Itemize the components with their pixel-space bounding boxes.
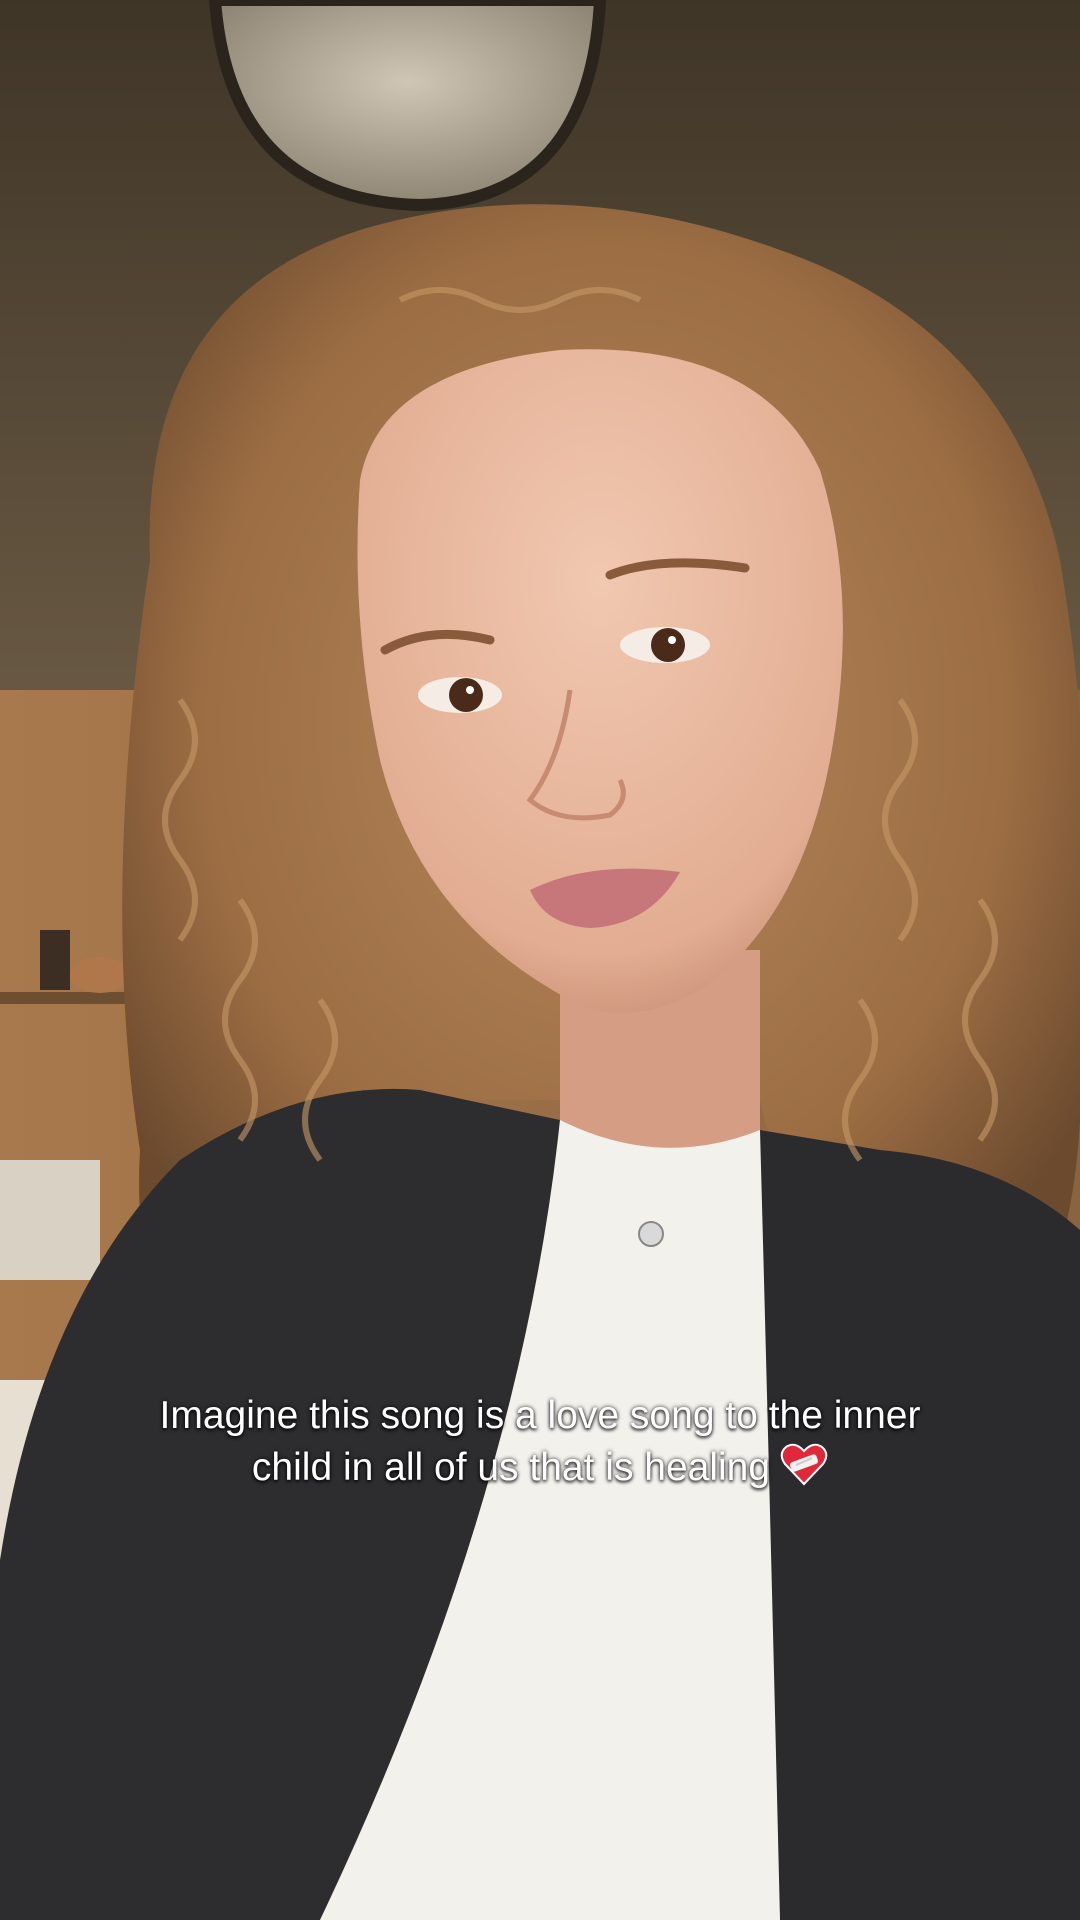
kitchen-counter — [0, 1160, 100, 1280]
cardigan-button — [638, 1221, 664, 1247]
caption-line-2: child in all of us that is healing — [60, 1442, 1020, 1500]
video-caption: Imagine this song is a love song to the … — [60, 1390, 1020, 1500]
caption-line-2-text: child in all of us that is healing — [251, 1446, 771, 1489]
mending-heart-icon — [780, 1442, 828, 1500]
caption-line-1: Imagine this song is a love song to the … — [159, 1394, 921, 1437]
video-frame — [0, 0, 1080, 1920]
